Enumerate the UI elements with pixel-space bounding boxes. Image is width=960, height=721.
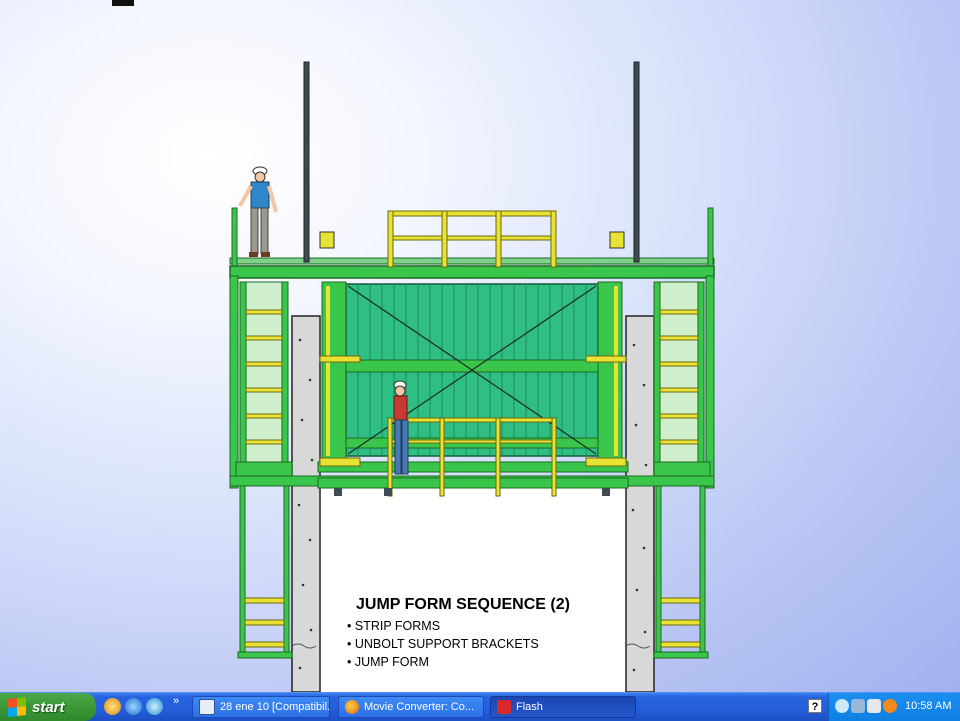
sequence-caption: JUMP FORM SEQUENCE (2) STRIP FORMS UNBOL…	[344, 596, 644, 673]
step-item: JUMP FORM	[347, 655, 644, 669]
word-document-icon	[199, 699, 215, 715]
sequence-steps: STRIP FORMS UNBOLT SUPPORT BRACKETS JUMP…	[344, 619, 644, 669]
sequence-title: JUMP FORM SEQUENCE (2)	[356, 596, 570, 613]
form-panel	[345, 283, 599, 457]
taskbar: start » 28 ene 10 [Compatibil... Movie C…	[0, 692, 960, 721]
firefox-icon	[345, 700, 359, 714]
help-icon[interactable]: ?	[808, 699, 822, 713]
right-hydraulic	[609, 231, 625, 249]
start-button[interactable]: start	[0, 693, 96, 721]
network-icon[interactable]	[851, 699, 865, 713]
windows-logo-icon	[8, 697, 26, 717]
clock: 10:58 AM	[905, 700, 952, 712]
top-beam	[229, 265, 715, 279]
taskbar-window-firefox[interactable]: Movie Converter: Co...	[338, 696, 484, 718]
quick-launch-more-icon[interactable]: »	[173, 695, 179, 707]
media-player-icon[interactable]	[146, 698, 163, 715]
flash-icon	[497, 700, 511, 714]
left-soldier	[321, 281, 347, 463]
taskbar-window-word[interactable]: 28 ene 10 [Compatibil...	[192, 696, 330, 718]
right-outer-ladder	[653, 281, 711, 477]
left-rod	[303, 61, 310, 263]
worker-top	[238, 166, 278, 257]
back-arrow-icon[interactable]	[835, 699, 849, 713]
right-lower-ladder	[653, 485, 709, 659]
show-desktop-icon[interactable]	[104, 698, 121, 715]
taskbar-window-label: Movie Converter: Co...	[364, 701, 475, 713]
taskbar-window-label: Flash	[516, 701, 543, 713]
left-concrete-wall	[291, 315, 321, 692]
jump-form-diagram	[229, 61, 715, 692]
step-item: UNBOLT SUPPORT BRACKETS	[347, 637, 644, 651]
internet-explorer-icon[interactable]	[125, 698, 142, 715]
left-hydraulic	[319, 231, 335, 249]
printer-icon[interactable]	[867, 699, 881, 713]
start-label: start	[32, 698, 65, 716]
left-outer-post	[229, 275, 239, 489]
right-outer-post	[705, 275, 715, 489]
step-item: STRIP FORMS	[347, 619, 644, 633]
system-tray: 10:58 AM	[828, 693, 960, 721]
left-outer-ladder	[235, 281, 293, 477]
right-rod	[633, 61, 640, 263]
inner-work-platform	[317, 461, 629, 473]
right-soldier	[597, 281, 623, 463]
left-lower-ladder	[237, 485, 293, 659]
taskbar-window-label: 28 ene 10 [Compatibil...	[220, 701, 330, 713]
app-tray-icon[interactable]	[883, 699, 897, 713]
taskbar-window-flash[interactable]: Flash	[490, 696, 636, 718]
